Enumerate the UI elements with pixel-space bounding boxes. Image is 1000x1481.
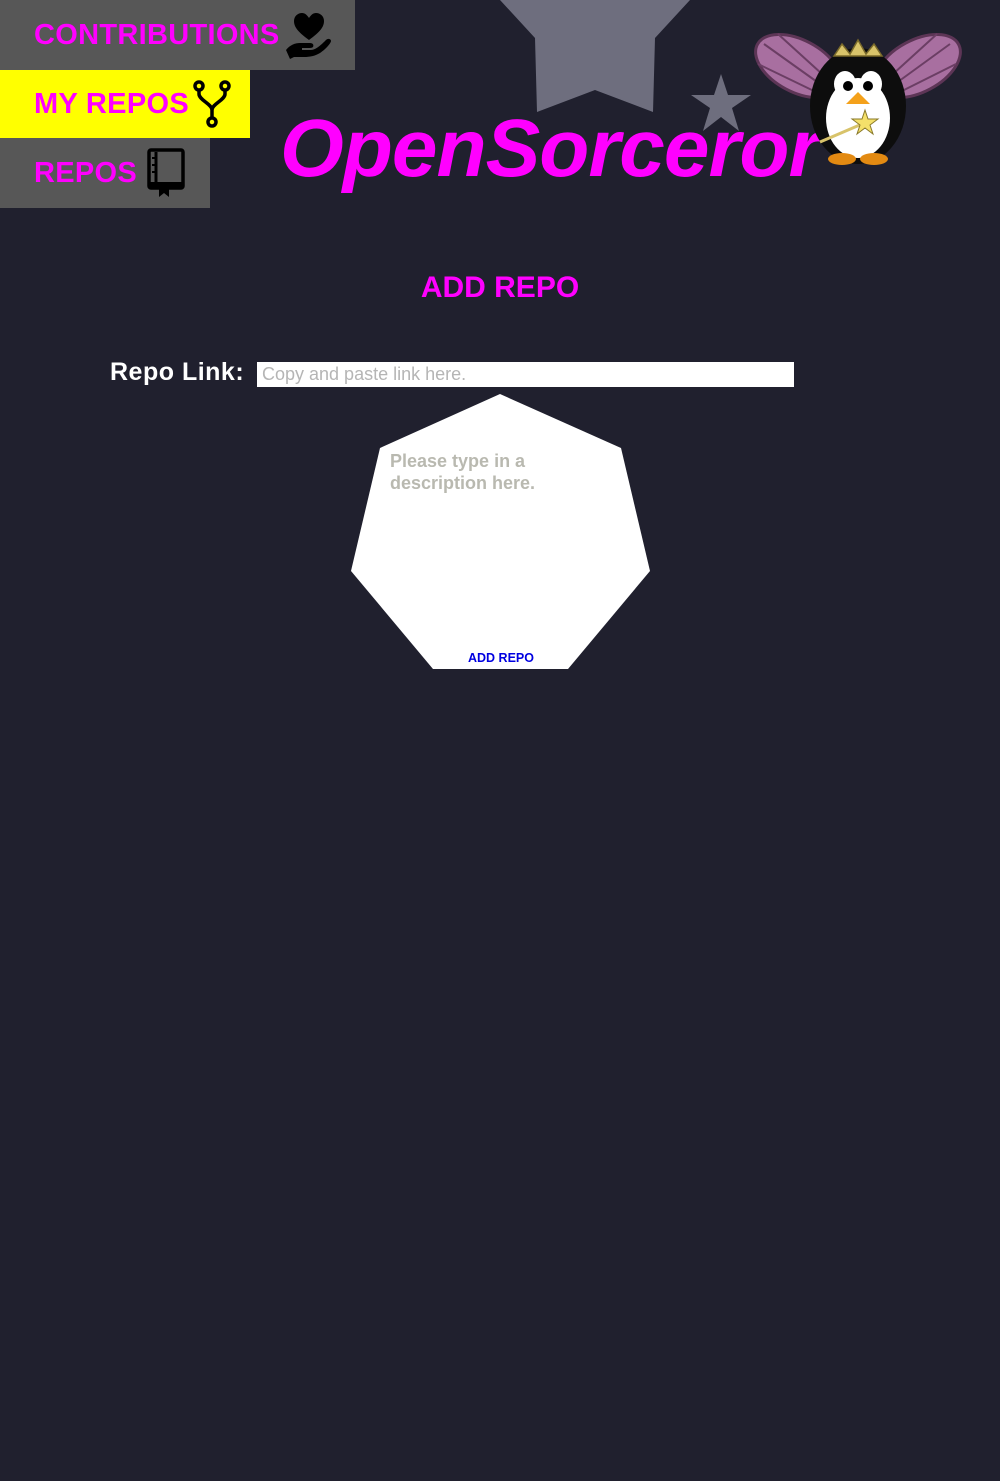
site-logo-title[interactable]: OpenSorceror xyxy=(280,108,820,190)
fork-icon xyxy=(193,80,231,128)
nav-contributions-label: CONTRIBUTIONS xyxy=(34,18,280,51)
repo-link-input[interactable] xyxy=(257,362,794,387)
fairy-penguin-mascot-icon xyxy=(754,32,962,165)
repo-book-icon xyxy=(147,148,187,198)
heart-hand-icon xyxy=(284,10,334,60)
nav-my-repos[interactable]: MY REPOS xyxy=(0,70,250,138)
description-form: ADD REPO xyxy=(351,394,651,669)
nav-contributions[interactable]: CONTRIBUTIONS xyxy=(0,0,355,70)
large-star-decoration xyxy=(500,0,690,112)
add-repo-button[interactable]: ADD REPO xyxy=(451,649,551,667)
description-textarea[interactable] xyxy=(390,450,590,610)
repo-link-label: Repo Link: xyxy=(110,358,245,386)
nav-my-repos-label: MY REPOS xyxy=(34,87,189,120)
nav-repos[interactable]: REPOS xyxy=(0,138,210,208)
page-title: ADD REPO xyxy=(420,271,580,304)
nav-repos-label: REPOS xyxy=(34,156,138,189)
